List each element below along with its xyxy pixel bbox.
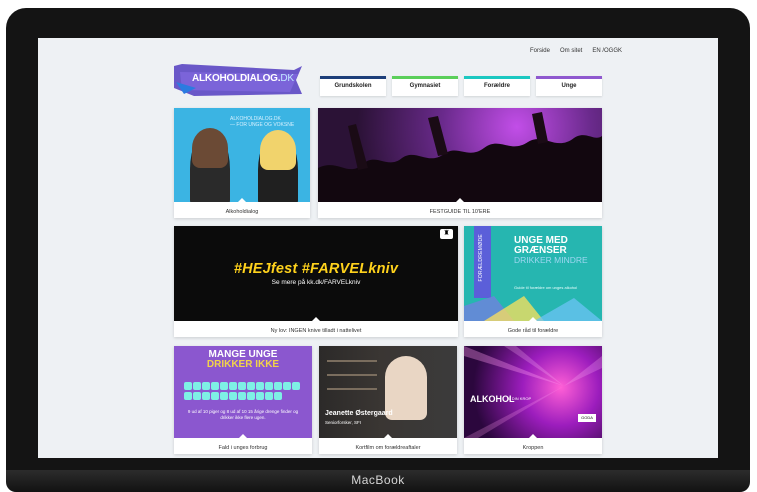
tile-mange-unge-caption: Fald i unges forbrug <box>218 445 268 451</box>
logo-text-suffix: DK <box>280 73 294 84</box>
top-link-forside[interactable]: Forside <box>530 48 550 54</box>
nav-tab-bar <box>536 76 602 79</box>
tile-alkoholdialog-text: ALKOHOLDIALOG.DK — FOR UNGE OG VOKSNE <box>230 116 294 128</box>
person-left-hair <box>192 128 228 168</box>
screen: Forside Om sitet EN /OGGK ALKOHOLDIALOG.… <box>38 38 718 458</box>
tile-kroppen-logo: GODA <box>578 414 596 422</box>
tile-festguide-image <box>318 108 602 202</box>
nav-tab-gymnasiet[interactable]: Gymnasiet <box>392 76 458 96</box>
tile-mange-unge-image: MANGE UNGE DRIKKER IKKE 9 ud af 10 piger… <box>174 346 312 438</box>
tile-kroppen-caption: Kroppen <box>522 445 544 451</box>
tile-farvelkniv[interactable]: ♜ #HEJfest #FARVELkniv Se mere på kk.dk/… <box>174 226 458 337</box>
crowd-silhouette-icon <box>318 112 602 202</box>
speaker-name: Jeanette Østergaard <box>325 410 393 417</box>
tile-notch <box>238 198 246 202</box>
nav-tab-bar <box>320 76 386 79</box>
tile-notch <box>529 317 537 321</box>
logo-text: ALKOHOLDIALOG.DK <box>192 73 294 84</box>
speaker-role: Seniorforsker, SFI <box>325 420 362 425</box>
nav-tab-unge[interactable]: Unge <box>536 76 602 96</box>
tile-notch <box>239 434 247 438</box>
shelf <box>327 360 377 362</box>
tile-mange-unge-text: 9 ud af 10 piger og 8 ud af 10 15 årige … <box>187 409 299 420</box>
nav-tab-label: Grundskolen <box>334 83 372 89</box>
tile-notch <box>312 317 320 321</box>
light-rays-icon <box>464 346 602 438</box>
tile-farvelkniv-caption: Ny lov: INGEN knive tilladt i nattelivet <box>270 328 362 334</box>
tile-mange-unge[interactable]: MANGE UNGE DRIKKER IKKE 9 ud af 10 piger… <box>174 346 312 454</box>
tile-notch <box>384 434 392 438</box>
tile-kortfilm[interactable]: Jeanette Østergaard Seniorforsker, SFI K… <box>319 346 457 454</box>
tile-mange-unge-title-line2: DRIKKER IKKE <box>206 359 280 370</box>
top-link-om-sitet[interactable]: Om sitet <box>560 48 582 54</box>
tile-unge-med-graenser-caption: Gode råd til forældre <box>507 328 559 334</box>
tile-alkoholdialog-image: ALKOHOLDIALOG.DK — FOR UNGE OG VOKSNE <box>174 108 310 202</box>
shelf <box>327 374 377 376</box>
nav-tab-grundskolen[interactable]: Grundskolen <box>320 76 386 96</box>
tile-unge-med-graenser-image: FORÆLDREMØDE UNGE MED GRÆNSER DRIKKER MI… <box>464 226 602 321</box>
top-link-language[interactable]: EN /OGGK <box>592 48 622 54</box>
tile-unge-med-graenser[interactable]: FORÆLDREMØDE UNGE MED GRÆNSER DRIKKER MI… <box>464 226 602 337</box>
tile-festguide-caption: FESTGUIDE TIL 10'ERE <box>429 209 491 215</box>
tile-alkoholdialog-caption: Alkoholdialog <box>225 209 259 215</box>
tile-kroppen-image: ALKOHOL & DIN KROP GODA <box>464 346 602 438</box>
site-logo[interactable]: ALKOHOLDIALOG.DK <box>174 64 302 96</box>
pattern-icon <box>464 296 602 321</box>
tile-alkoholdialog[interactable]: ALKOHOLDIALOG.DK — FOR UNGE OG VOKSNE Al… <box>174 108 310 218</box>
nav-tab-label: Forældre <box>483 83 510 89</box>
person-right-hair <box>260 130 296 170</box>
tile-notch <box>456 198 464 202</box>
tile-kortfilm-image: Jeanette Østergaard Seniorforsker, SFI <box>319 346 457 438</box>
people-icons <box>184 382 302 400</box>
tile-farvelkniv-subline: Se mere på kk.dk/FARVELkniv <box>271 279 361 286</box>
tile-mange-unge-title: MANGE UNGE DRIKKER IKKE <box>174 350 312 370</box>
device-brand: MacBook <box>351 473 405 487</box>
tile-alkoholdialog-sub: — FOR UNGE OG VOKSNE <box>230 122 295 128</box>
laptop-bottom-bar: MacBook <box>6 470 750 492</box>
tile-farvelkniv-image: ♜ #HEJfest #FARVELkniv Se mere på kk.dk/… <box>174 226 458 321</box>
nav-tab-bar <box>392 76 458 79</box>
top-links: Forside Om sitet EN /OGGK <box>530 48 622 54</box>
crest-icon: ♜ <box>440 229 453 239</box>
nav-tab-label: Gymnasiet <box>409 83 441 89</box>
logo-text-main: ALKOHOLDIALOG. <box>192 73 281 84</box>
tile-kroppen-sub: & DIN KROP <box>508 396 532 401</box>
shelf <box>327 388 377 390</box>
tile-kortfilm-caption: Kortfilm om forældreaftaler <box>355 445 421 451</box>
nav-tab-label: Unge <box>561 83 577 89</box>
tile-festguide[interactable]: FESTGUIDE TIL 10'ERE <box>318 108 602 218</box>
tile-notch <box>529 434 537 438</box>
tile-kroppen[interactable]: ALKOHOL & DIN KROP GODA Kroppen <box>464 346 602 454</box>
tile-farvelkniv-headline: #HEJfest #FARVELkniv <box>233 261 399 277</box>
nav-tab-bar <box>464 76 530 79</box>
nav-tab-foraeldre[interactable]: Forældre <box>464 76 530 96</box>
